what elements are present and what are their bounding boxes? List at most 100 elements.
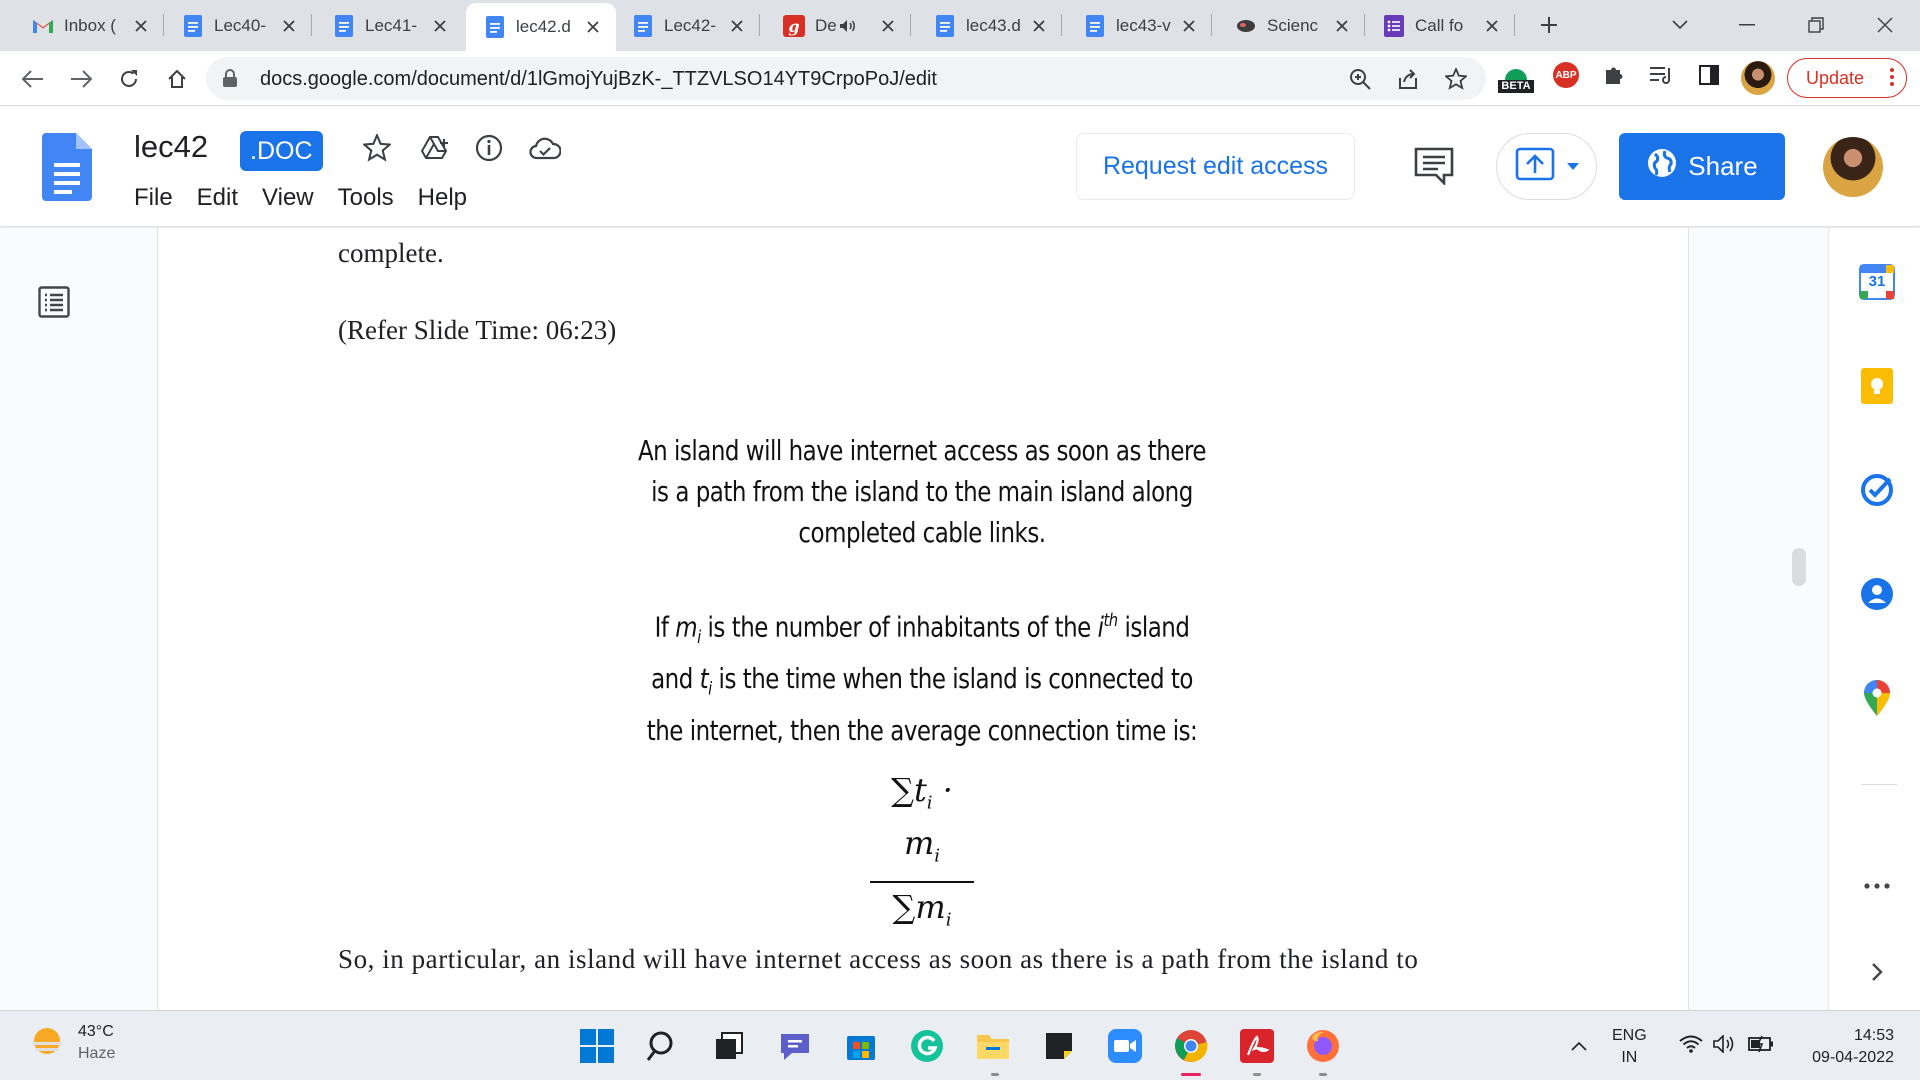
new-tab-plus-icon[interactable] — [1536, 12, 1562, 38]
search-icon[interactable] — [644, 1027, 682, 1065]
info-icon[interactable] — [472, 131, 506, 165]
beta-extension-icon[interactable]: BETA — [1497, 61, 1535, 97]
close-icon[interactable] — [429, 15, 451, 37]
update-button[interactable]: Update — [1787, 58, 1907, 98]
chrome-icon[interactable] — [1172, 1027, 1210, 1065]
text-run: is the number of inhabitants of the — [700, 610, 1098, 644]
bookmark-star-icon[interactable] — [1444, 67, 1468, 91]
profile-avatar-icon[interactable] — [1741, 61, 1775, 95]
menu-file[interactable]: File — [134, 184, 173, 212]
calendar-day-label: 31 — [1868, 273, 1886, 290]
tab-lec41[interactable]: Lec41- — [323, 0, 463, 51]
close-icon[interactable] — [726, 15, 748, 37]
acrobat-icon[interactable] — [1238, 1027, 1276, 1065]
tab-science[interactable]: Scienc — [1225, 0, 1365, 51]
forward-icon[interactable] — [66, 64, 96, 94]
add-to-drive-icon[interactable] — [418, 131, 452, 165]
forms-icon — [1383, 14, 1405, 37]
move-to-drive-button[interactable] — [1496, 133, 1597, 200]
tab-lec43[interactable]: lec43.d — [922, 0, 1062, 51]
tab-strip: Inbox ( Lec40- Lec41- lec42.d Lec42- g D… — [0, 0, 1920, 51]
lock-icon[interactable] — [222, 69, 238, 93]
extensions-puzzle-icon[interactable] — [1601, 62, 1627, 88]
close-icon[interactable] — [1028, 15, 1050, 37]
battery-charging-icon[interactable] — [1746, 1029, 1776, 1059]
tab-lec40[interactable]: Lec40- — [172, 0, 312, 51]
close-icon[interactable] — [1178, 15, 1200, 37]
menu-edit[interactable]: Edit — [197, 184, 238, 212]
cloud-saved-icon[interactable] — [528, 131, 562, 165]
language-indicator[interactable]: ENG IN — [1612, 1025, 1647, 1069]
adblock-extension-icon[interactable]: ABP — [1553, 62, 1579, 88]
address-bar[interactable]: docs.google.com/document/d/1lGmojYujBzK-… — [206, 57, 1486, 100]
close-icon[interactable] — [1331, 15, 1353, 37]
tab-search-chevron-icon[interactable] — [1665, 10, 1695, 40]
tab-label: De — [815, 15, 837, 35]
tab-separator — [1514, 14, 1515, 36]
reload-icon[interactable] — [114, 64, 144, 94]
minimize-icon[interactable] — [1732, 10, 1762, 40]
tab-inbox[interactable]: Inbox ( — [22, 0, 164, 51]
gmail-icon — [32, 15, 54, 37]
more-horiz-icon[interactable] — [1859, 868, 1895, 904]
request-edit-access-button[interactable]: Request edit access — [1076, 133, 1355, 200]
weather-description: Haze — [78, 1045, 116, 1062]
maps-icon[interactable] — [1859, 680, 1895, 716]
comment-history-icon[interactable] — [1414, 147, 1454, 190]
tab-forms[interactable]: Call fo — [1375, 0, 1515, 51]
tab-label: Inbox ( — [64, 15, 116, 35]
close-icon[interactable] — [130, 15, 152, 37]
keep-icon[interactable] — [1859, 368, 1895, 404]
teams-chat-icon[interactable] — [776, 1027, 814, 1065]
zoom-meetings-icon[interactable] — [1106, 1027, 1144, 1065]
sticky-notes-icon[interactable] — [1040, 1027, 1078, 1065]
window-close-icon[interactable] — [1870, 10, 1900, 40]
docs-logo-icon[interactable] — [42, 133, 92, 206]
menu-view[interactable]: View — [262, 184, 314, 212]
contacts-icon[interactable] — [1859, 576, 1895, 612]
tab-lec42-active[interactable]: lec42.d — [466, 3, 616, 51]
tab-label: Lec42- — [664, 15, 716, 35]
tab-grammarly[interactable]: g De — [771, 0, 911, 51]
close-icon[interactable] — [582, 16, 604, 38]
grammarly-app-icon[interactable] — [908, 1027, 946, 1065]
chevron-right-icon[interactable] — [1859, 954, 1895, 990]
close-icon[interactable] — [278, 15, 300, 37]
menu-tools[interactable]: Tools — [338, 184, 394, 212]
star-icon[interactable] — [360, 131, 394, 165]
document-outline-icon[interactable] — [38, 286, 70, 323]
speaker-icon[interactable] — [839, 19, 877, 33]
restore-icon[interactable] — [1801, 10, 1831, 40]
clock[interactable]: 14:53 09-04-2022 — [1794, 1025, 1894, 1069]
task-view-icon[interactable] — [710, 1027, 748, 1065]
scrollbar-thumb[interactable] — [1792, 548, 1806, 586]
firefox-icon[interactable] — [1304, 1027, 1342, 1065]
tray-chevron-up-icon[interactable] — [1564, 1031, 1594, 1061]
share-button[interactable]: Share — [1619, 133, 1785, 200]
reading-list-icon[interactable] — [1648, 62, 1674, 88]
volume-icon[interactable] — [1710, 1029, 1740, 1059]
microsoft-store-icon[interactable] — [842, 1027, 880, 1065]
share-page-icon[interactable] — [1396, 67, 1420, 91]
windows-start-icon[interactable] — [578, 1027, 616, 1065]
home-icon[interactable] — [162, 64, 192, 94]
tab-lec42-b[interactable]: Lec42- — [620, 0, 760, 51]
tab-lec43-v[interactable]: lec43-v — [1072, 0, 1212, 51]
back-icon[interactable] — [18, 64, 48, 94]
tasks-icon[interactable] — [1859, 472, 1895, 508]
calendar-icon[interactable]: 31 — [1859, 264, 1895, 300]
file-explorer-icon[interactable] — [974, 1027, 1012, 1065]
close-icon[interactable] — [1481, 15, 1503, 37]
doc-title[interactable]: lec42 — [134, 129, 208, 165]
tab-label: Call fo — [1415, 15, 1464, 35]
wifi-icon[interactable] — [1676, 1029, 1706, 1059]
tab-label: lec42.d — [516, 17, 571, 36]
side-panel-icon[interactable] — [1696, 62, 1722, 88]
zoom-icon[interactable] — [1348, 67, 1372, 91]
tab-separator — [759, 14, 760, 36]
weather-widget[interactable]: 43°C Haze — [30, 1023, 115, 1063]
user-avatar[interactable] — [1823, 137, 1883, 197]
text-run: island — [1117, 610, 1190, 644]
menu-help[interactable]: Help — [418, 184, 467, 212]
close-icon[interactable] — [877, 15, 899, 37]
